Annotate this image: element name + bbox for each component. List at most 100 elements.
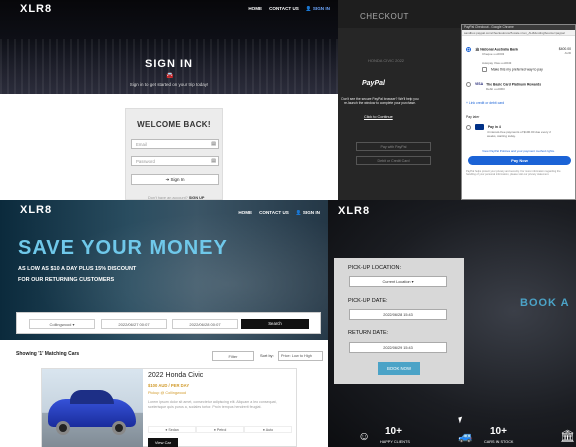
location-select[interactable]: Collingwood ▾	[29, 319, 95, 329]
feature-sedan-label: Sedan	[168, 428, 179, 432]
password-field[interactable]: Password ▤	[131, 156, 219, 166]
view-car-button[interactable]: View Car	[148, 438, 178, 447]
pickup-location-value: Current Location	[382, 280, 411, 284]
feature-petrol: ● Petrol	[196, 426, 244, 433]
policies-link[interactable]: View PayPal Policies and your payment me…	[466, 149, 571, 153]
email-field[interactable]: Email ▤	[131, 139, 219, 149]
page-title: SIGN IN	[145, 58, 193, 70]
paypal-logo: PayPal	[362, 80, 385, 87]
nav-signin[interactable]: 👤 SIGN IN	[296, 210, 320, 216]
email-autofill-icon[interactable]: ▤	[211, 141, 216, 147]
paypal-popup-window: PayPal Checkout - Google Chrome sandbox.…	[461, 24, 576, 200]
preferred-checkbox[interactable]	[482, 67, 487, 72]
car-price: $100 AUD / PER DAY	[148, 383, 190, 388]
booking-form: PICK-UP LOCATION: Current Location ▾ PIC…	[334, 258, 464, 384]
filter-button[interactable]: Filter	[212, 351, 254, 361]
bank-icon: 🏛	[560, 429, 576, 443]
car-image	[42, 369, 143, 447]
popup-url: sandbox.paypal.com/checkoutnow?locale.x=…	[462, 30, 575, 36]
feature-sedan: ● Sedan	[148, 426, 196, 433]
cars-in-stock-count: 10+	[490, 426, 507, 437]
bank-radio[interactable]	[466, 47, 471, 52]
pickup-location-label: PICK-UP LOCATION:	[348, 265, 401, 271]
car-wheel-rear	[112, 421, 126, 435]
brand-logo[interactable]: XLR8	[20, 204, 52, 216]
signin-button-label: Sign In	[170, 177, 185, 182]
gear-icon: ●	[262, 428, 265, 432]
paypal-icon	[474, 124, 484, 130]
password-autofill-icon[interactable]: ▤	[211, 158, 216, 164]
pay-in-4-radio[interactable]	[466, 124, 471, 130]
pickup-location-select[interactable]: Current Location ▾	[349, 276, 447, 287]
smile-icon: ☺	[358, 429, 371, 443]
browse-panel: XLR8 HOME CONTACT US 👤 SIGN IN SAVE YOUR…	[0, 200, 328, 447]
hero-line-2: FOR OUR RETURNING CUSTOMERS	[18, 277, 115, 283]
preferred-option[interactable]: Make this my preferred way to pay	[482, 67, 571, 72]
chevron-down-icon: ▾	[72, 322, 75, 327]
signin-panel: XLR8 HOME CONTACT US 👤 SIGN IN SIGN IN 🚘…	[0, 0, 338, 200]
chevron-down-icon: ▾	[411, 280, 414, 284]
results-count: Showing '1' Matching Cars	[16, 351, 80, 357]
return-date-label: RETURN DATE:	[348, 330, 389, 336]
bank-amount-block: $400.00 AUD	[559, 47, 571, 55]
nav-contact[interactable]: CONTACT US	[259, 210, 289, 216]
pay-later-heading: Pay later	[466, 115, 480, 119]
nav-signin-label: SIGN IN	[312, 6, 330, 11]
password-placeholder: Password	[136, 159, 155, 164]
nav-signin-label: SIGN IN	[302, 210, 320, 215]
bank-option[interactable]: 🏛 National Australia Bank Cheque ••••004…	[466, 47, 571, 56]
nav-signin[interactable]: 👤 SIGN IN	[306, 6, 330, 12]
card-option[interactable]: VISA The Basic Card Platinum Rewards Deb…	[466, 82, 571, 91]
brand-logo[interactable]: XLR8	[20, 3, 52, 15]
booking-panel: XLR8 PICK-UP LOCATION: Current Location …	[328, 200, 576, 447]
cars-in-stock-label: CARS IN STOCK	[484, 440, 514, 444]
login-card: WELCOME BACK! Email ▤ Password ▤ ➜ Sign …	[125, 108, 223, 200]
paypal-button[interactable]: Pay with PayPal	[356, 142, 431, 151]
car-pickup: Pickup @ Collingwood	[148, 391, 187, 395]
page-subtitle: Sign in to get started on your trip toda…	[129, 82, 209, 87]
bank-name: National Australia Bank	[480, 47, 519, 52]
car-icon: 🚙	[458, 429, 473, 443]
top-nav: HOME CONTACT US 👤 SIGN IN	[248, 6, 330, 12]
return-date-input[interactable]: 2022/06/29 15:43	[349, 342, 447, 353]
sort-select[interactable]: Price: Low to High	[278, 351, 323, 361]
date-from-input[interactable]: 2022/06/27 00:07	[101, 319, 167, 329]
screenshot-collage: XLR8 HOME CONTACT US 👤 SIGN IN SIGN IN 🚘…	[0, 0, 576, 447]
car-description: Lorem ipsum dolor sit amet, consectetur …	[148, 400, 277, 409]
card-type: Debit ••••0063	[486, 87, 505, 91]
date-to-input[interactable]: 2022/06/28 00:07	[172, 319, 238, 329]
search-bar: Collingwood ▾ 2022/06/27 00:07 2022/06/2…	[16, 312, 321, 334]
card-button[interactable]: Debit or Credit Card	[356, 156, 431, 165]
hero-headline: SAVE YOUR MONEY	[18, 237, 228, 259]
brand-logo[interactable]: XLR8	[338, 205, 370, 217]
nav-contact[interactable]: CONTACT US	[269, 6, 299, 12]
bank-amount-currency: AUD	[564, 51, 571, 55]
feature-auto: ● Auto	[244, 426, 292, 433]
car-wheel-front	[56, 421, 70, 435]
link-card-link[interactable]: + Link credit or debit card	[466, 101, 571, 105]
visa-icon: VISA	[474, 82, 484, 87]
nav-home[interactable]: HOME	[238, 210, 252, 216]
checkout-panel: CHECKOUT HONDA CIVIC 2022 PayPal Don't s…	[338, 0, 576, 200]
preferred-label: Make this my preferred way to pay	[490, 67, 543, 72]
pay-now-button[interactable]: Pay Now	[468, 156, 571, 165]
bank-type: Cheque ••••0043	[482, 52, 505, 56]
pay-in-4-label: Pay in 4	[487, 124, 501, 129]
continue-link[interactable]: Click to Continue	[364, 115, 393, 119]
nav-home[interactable]: HOME	[248, 6, 262, 12]
user-icon: 👤	[305, 6, 312, 11]
signin-button-icon: ➜	[165, 177, 170, 182]
signin-button[interactable]: ➜ Sign In	[131, 174, 219, 185]
car-card: 2022 Honda Civic $100 AUD / PER DAY Pick…	[41, 368, 297, 447]
car-name: 2022 Honda Civic	[148, 372, 204, 379]
search-button[interactable]: Search	[241, 319, 309, 329]
privacy-fine-print: PayPal helps protect your privacy and se…	[466, 170, 561, 177]
checkout-overlay	[338, 28, 463, 200]
book-now-button[interactable]: BOOK NOW	[378, 362, 420, 375]
pickup-date-input[interactable]: 2022/06/28 15:43	[349, 309, 447, 320]
card-radio[interactable]	[466, 82, 471, 87]
happy-clients-count: 10+	[385, 426, 402, 437]
pay-in-4-option[interactable]: Pay in 4 4 interest-free payments of $10…	[466, 124, 571, 138]
bank-icon: 🏛	[474, 47, 480, 52]
feature-auto-label: Auto	[265, 428, 274, 432]
